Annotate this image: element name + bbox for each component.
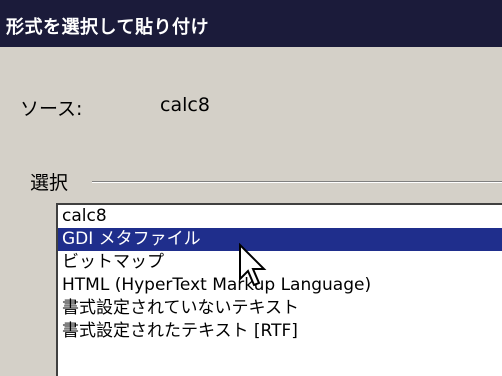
format-listbox[interactable]: calc8 GDI メタファイル ビットマップ HTML (HyperText … [56, 203, 502, 376]
list-item[interactable]: HTML (HyperText Markup Language) [58, 274, 502, 297]
selection-label: 選択 [30, 168, 75, 195]
dialog-titlebar[interactable]: 形式を選択して貼り付け [0, 0, 502, 47]
list-item[interactable]: ビットマップ [58, 251, 502, 274]
source-label: ソース: [20, 98, 83, 120]
list-item-selected[interactable]: GDI メタファイル [58, 228, 502, 251]
groupbox-divider-highlight [92, 182, 502, 183]
source-value: calc8 [160, 94, 210, 116]
list-item[interactable]: 書式設定されたテキスト [RTF] [58, 320, 502, 343]
mouse-pointer-icon [239, 243, 267, 287]
list-item[interactable]: 書式設定されていないテキスト [58, 297, 502, 320]
selection-groupbox: 選択 [0, 168, 502, 195]
list-item[interactable]: calc8 [58, 205, 502, 228]
dialog-title: 形式を選択して貼り付け [6, 17, 209, 38]
